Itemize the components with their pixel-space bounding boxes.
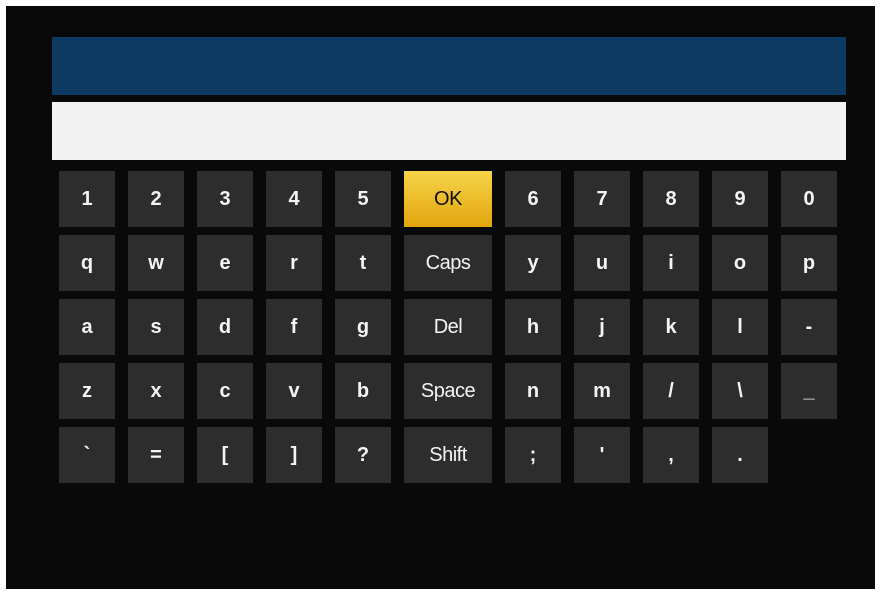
key-t[interactable]: t (335, 235, 391, 291)
key-underscore[interactable]: _ (781, 363, 837, 419)
key-period[interactable]: . (712, 427, 768, 483)
caps-key[interactable]: Caps (404, 235, 492, 291)
key-5[interactable]: 5 (335, 171, 391, 227)
key-question-mark[interactable]: ? (335, 427, 391, 483)
text-input-field[interactable] (52, 102, 846, 160)
key-backslash[interactable]: \ (712, 363, 768, 419)
key-hyphen[interactable]: - (781, 299, 837, 355)
on-screen-keyboard-screen: 1 2 3 4 5 OK 6 7 8 9 0 q w e r t Caps y … (6, 6, 875, 589)
key-7[interactable]: 7 (574, 171, 630, 227)
key-s[interactable]: s (128, 299, 184, 355)
key-comma[interactable]: , (643, 427, 699, 483)
key-apostrophe[interactable]: ' (574, 427, 630, 483)
key-slash[interactable]: / (643, 363, 699, 419)
key-d[interactable]: d (197, 299, 253, 355)
key-backtick[interactable]: ` (59, 427, 115, 483)
key-6[interactable]: 6 (505, 171, 561, 227)
key-v[interactable]: v (266, 363, 322, 419)
key-a[interactable]: a (59, 299, 115, 355)
key-c[interactable]: c (197, 363, 253, 419)
key-2[interactable]: 2 (128, 171, 184, 227)
key-g[interactable]: g (335, 299, 391, 355)
ok-key[interactable]: OK (404, 171, 492, 227)
key-equals[interactable]: = (128, 427, 184, 483)
key-semicolon[interactable]: ; (505, 427, 561, 483)
key-h[interactable]: h (505, 299, 561, 355)
key-r[interactable]: r (266, 235, 322, 291)
key-3[interactable]: 3 (197, 171, 253, 227)
key-w[interactable]: w (128, 235, 184, 291)
key-right-bracket[interactable]: ] (266, 427, 322, 483)
key-b[interactable]: b (335, 363, 391, 419)
empty-key-slot (781, 427, 837, 483)
key-f[interactable]: f (266, 299, 322, 355)
key-m[interactable]: m (574, 363, 630, 419)
key-1[interactable]: 1 (59, 171, 115, 227)
key-4[interactable]: 4 (266, 171, 322, 227)
key-z[interactable]: z (59, 363, 115, 419)
shift-key[interactable]: Shift (404, 427, 492, 483)
key-0[interactable]: 0 (781, 171, 837, 227)
key-e[interactable]: e (197, 235, 253, 291)
key-8[interactable]: 8 (643, 171, 699, 227)
key-l[interactable]: l (712, 299, 768, 355)
keyboard-grid: 1 2 3 4 5 OK 6 7 8 9 0 q w e r t Caps y … (59, 171, 837, 485)
key-k[interactable]: k (643, 299, 699, 355)
key-left-bracket[interactable]: [ (197, 427, 253, 483)
key-p[interactable]: p (781, 235, 837, 291)
key-q[interactable]: q (59, 235, 115, 291)
space-key[interactable]: Space (404, 363, 492, 419)
key-x[interactable]: x (128, 363, 184, 419)
key-j[interactable]: j (574, 299, 630, 355)
key-n[interactable]: n (505, 363, 561, 419)
keyboard-title-bar (52, 37, 846, 95)
key-9[interactable]: 9 (712, 171, 768, 227)
key-u[interactable]: u (574, 235, 630, 291)
key-y[interactable]: y (505, 235, 561, 291)
delete-key[interactable]: Del (404, 299, 492, 355)
key-o[interactable]: o (712, 235, 768, 291)
key-i[interactable]: i (643, 235, 699, 291)
